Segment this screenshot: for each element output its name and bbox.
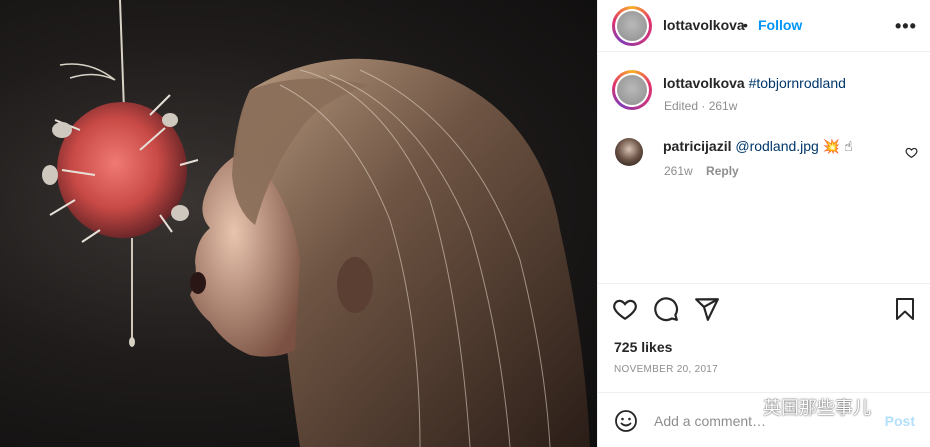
save-bookmark-icon[interactable] [894, 297, 916, 321]
comment-mention[interactable]: @rodland.jpg [735, 138, 819, 154]
comment-time[interactable]: 261w [664, 164, 693, 178]
comment-meta: 261w Reply [664, 164, 739, 178]
post-header: lottavolkova • Follow ••• [598, 0, 930, 52]
more-options-icon[interactable]: ••• [895, 16, 917, 37]
comment-like-heart-icon[interactable] [905, 146, 918, 159]
post-comment-button[interactable]: Post [885, 413, 915, 429]
comment-bubble-icon[interactable] [653, 296, 679, 322]
caption-avatar[interactable] [612, 70, 652, 110]
photo-illustration [42, 0, 590, 447]
comment-emoji: 💥 ☝ [822, 138, 853, 154]
commenter-avatar[interactable] [615, 138, 643, 166]
caption-time[interactable]: 261w [709, 99, 738, 113]
watermark: 英国那些事儿 [733, 394, 871, 419]
commenter-username[interactable]: patricijazil [663, 138, 731, 154]
comment-text: patricijazil @rodland.jpg 💥 ☝ [663, 138, 853, 155]
edited-label: Edited [664, 99, 699, 113]
likes-count[interactable]: 725 likes [614, 339, 672, 355]
watermark-text: 英国那些事儿 [763, 398, 871, 419]
post-date[interactable]: NOVEMBER 20, 2017 [614, 364, 718, 375]
author-avatar[interactable] [612, 6, 652, 46]
caption-hashtag[interactable]: #tobjornrodland [749, 75, 846, 91]
follow-button[interactable]: Follow [758, 17, 802, 33]
emoji-smiley-icon[interactable] [614, 409, 638, 433]
post-photo[interactable] [0, 0, 597, 447]
wechat-logo-icon [733, 397, 758, 415]
caption-username[interactable]: lottavolkova [663, 75, 745, 91]
reply-button[interactable]: Reply [706, 164, 739, 178]
like-heart-icon[interactable] [612, 296, 638, 322]
caption-meta: Edited · 261w [664, 99, 738, 113]
actions-divider [598, 283, 930, 284]
caption: lottavolkova #tobjornrodland [663, 75, 846, 91]
header-separator: • [743, 17, 748, 33]
post-side-panel: lottavolkova • Follow ••• lottavolkova #… [597, 0, 930, 447]
share-paper-plane-icon[interactable] [694, 296, 720, 322]
author-username[interactable]: lottavolkova [663, 17, 745, 33]
